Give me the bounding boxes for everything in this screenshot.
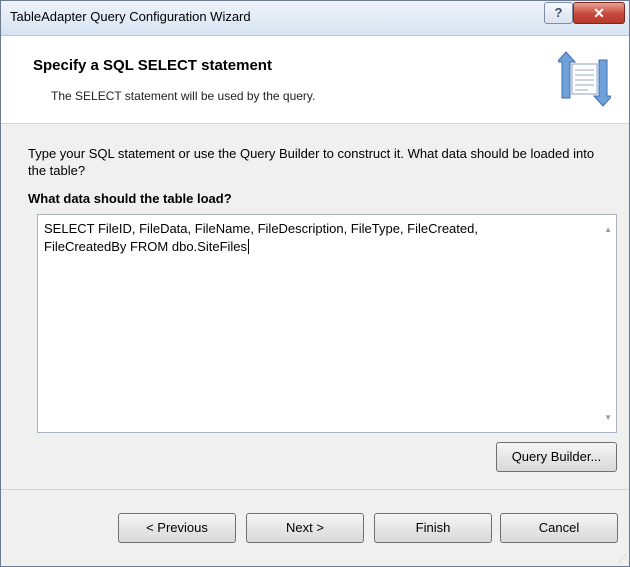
page-subtitle: The SELECT statement will be used by the… (51, 89, 316, 103)
cancel-button[interactable]: Cancel (500, 513, 618, 543)
footer-divider (1, 489, 629, 490)
page-title: Specify a SQL SELECT statement (33, 57, 272, 74)
title-bar[interactable]: TableAdapter Query Configuration Wizard … (1, 1, 629, 36)
previous-button[interactable]: < Previous (118, 513, 236, 543)
scroll-down-arrow-icon[interactable]: ▼ (604, 413, 612, 422)
query-builder-button[interactable]: Query Builder... (496, 442, 617, 472)
help-button[interactable]: ? (544, 2, 573, 24)
sql-statement-text[interactable]: SELECT FileID, FileData, FileName, FileD… (44, 220, 584, 256)
window-title: TableAdapter Query Configuration Wizard (10, 9, 251, 24)
resize-grip-icon[interactable]: ⋰ (618, 553, 627, 564)
wizard-header: Specify a SQL SELECT statement The SELEC… (1, 36, 629, 124)
text-caret (248, 239, 250, 254)
sql-prompt-label: What data should the table load? (28, 191, 232, 206)
wizard-body: Type your SQL statement or use the Query… (1, 124, 629, 566)
scroll-up-arrow-icon[interactable]: ▲ (604, 225, 612, 234)
wizard-data-icon (558, 51, 611, 107)
sql-statement-textarea[interactable]: SELECT FileID, FileData, FileName, FileD… (37, 214, 617, 433)
finish-button[interactable]: Finish (374, 513, 492, 543)
close-button[interactable]: ✕ (573, 2, 625, 24)
instructions-text: Type your SQL statement or use the Query… (28, 146, 595, 178)
next-button[interactable]: Next > (246, 513, 364, 543)
wizard-dialog: TableAdapter Query Configuration Wizard … (0, 0, 630, 567)
